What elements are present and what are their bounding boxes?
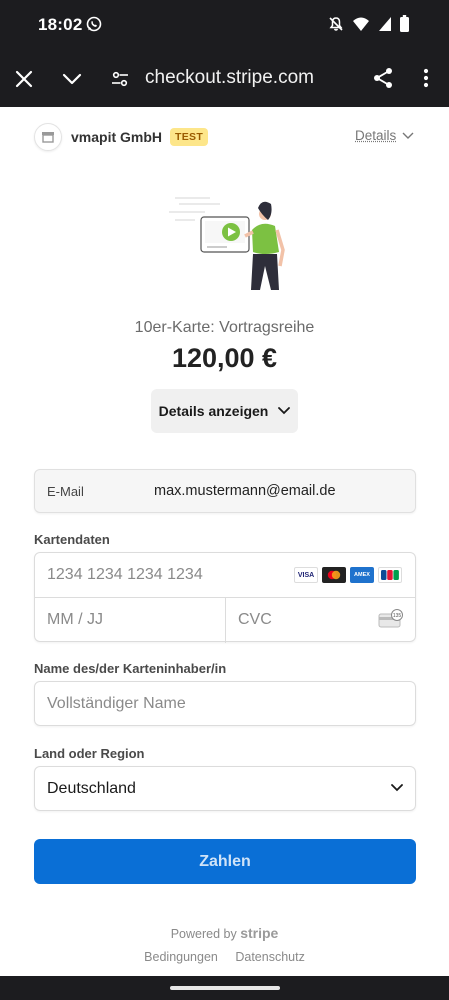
jcb-icon (378, 567, 402, 583)
home-indicator[interactable] (170, 986, 280, 990)
pay-button[interactable]: Zahlen (34, 839, 416, 884)
url-text[interactable]: checkout.stripe.com (145, 67, 314, 89)
email-value: max.mustermann@email.de (154, 483, 336, 499)
show-details-label: Details anzeigen (158, 403, 269, 419)
terms-link[interactable]: Bedingungen (144, 950, 218, 964)
wifi-icon (353, 17, 369, 31)
close-icon[interactable] (14, 69, 34, 89)
share-icon[interactable] (372, 67, 394, 89)
gesture-nav-bar (0, 976, 449, 1000)
test-badge: TEST (170, 128, 209, 146)
cardholder-placeholder: Vollständiger Name (47, 695, 186, 712)
cvc-placeholder: CVC (238, 611, 272, 628)
cardholder-section-label: Name des/der Karteninhaber/in (34, 661, 227, 676)
cardholder-name-input[interactable]: Vollständiger Name (34, 681, 416, 726)
card-number-placeholder: 1234 1234 1234 1234 (47, 566, 203, 583)
visa-icon: VISA (294, 567, 318, 583)
amex-icon: AMEX (350, 567, 374, 583)
details-toggle[interactable]: Details (355, 128, 414, 143)
svg-text:135: 135 (393, 613, 402, 619)
site-settings-icon[interactable] (110, 69, 130, 89)
powered-by[interactable]: Powered by stripe (0, 925, 449, 941)
card-details-group: 1234 1234 1234 1234 VISA AMEX MM / JJ CV… (34, 552, 416, 643)
mastercard-icon (322, 567, 346, 583)
footer-links: Bedingungen Datenschutz (0, 950, 449, 964)
mute-icon (329, 16, 343, 31)
status-time: 18:02 (38, 15, 83, 34)
video-course-illustration (169, 197, 285, 290)
card-brands: VISA AMEX (294, 567, 402, 583)
product-price: 120,00 € (171, 343, 278, 373)
cvc-card-icon: 135 (378, 609, 403, 628)
merchant-name: vmapit GmbH (71, 129, 163, 145)
stripe-logo: stripe (240, 925, 279, 941)
email-label: E-Mail (47, 484, 84, 499)
show-details-button[interactable]: Details anzeigen (151, 389, 298, 433)
country-selected: Deutschland (47, 780, 136, 797)
pay-button-label: Zahlen (199, 852, 251, 870)
details-link-label: Details (355, 128, 397, 143)
cvc-input[interactable]: CVC 135 (226, 598, 416, 643)
product-name: 10er-Karte: Vortragsreihe (134, 319, 315, 336)
chevron-down-icon[interactable] (62, 70, 82, 88)
browser-toolbar: checkout.stripe.com (0, 52, 449, 107)
privacy-link[interactable]: Datenschutz (235, 950, 304, 964)
battery-icon (400, 15, 409, 32)
expiry-placeholder: MM / JJ (47, 611, 103, 628)
country-section-label: Land oder Region (34, 746, 145, 761)
status-bar: 18:02 (0, 0, 449, 52)
expiry-input[interactable]: MM / JJ (35, 598, 225, 643)
email-field[interactable]: E-Mail max.mustermann@email.de (34, 469, 416, 513)
chevron-down-icon (402, 132, 414, 139)
signal-icon (379, 16, 391, 31)
card-number-input[interactable]: 1234 1234 1234 1234 VISA AMEX (35, 553, 415, 598)
card-section-label: Kartendaten (34, 532, 110, 547)
store-icon (34, 123, 62, 151)
chevron-down-icon (278, 407, 291, 415)
merchant-header: vmapit GmbH TEST (34, 122, 209, 152)
whatsapp-icon (86, 16, 102, 32)
country-select[interactable]: Deutschland (34, 766, 416, 811)
more-options-icon[interactable] (418, 67, 434, 89)
chevron-down-icon (391, 784, 403, 792)
powered-by-label: Powered by (170, 927, 237, 941)
